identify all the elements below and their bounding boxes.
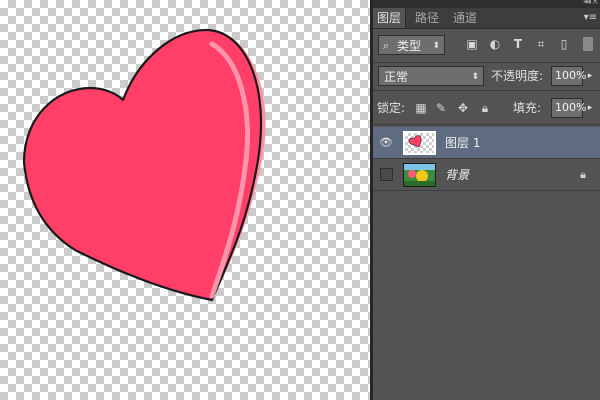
dropdown-arrows-icon: ⬍ [471, 72, 479, 82]
panel-menu-icon[interactable]: ▾≡ [584, 12, 597, 23]
filter-kind-dropdown[interactable]: ⌕ 类型 ⬍ [378, 35, 445, 55]
collapse-panel-icon[interactable]: ◂◂ [583, 0, 591, 7]
lock-icon: 🔒︎ [580, 168, 586, 181]
opacity-slider-icon[interactable]: ▸ [585, 66, 595, 86]
background-thumbnail [403, 163, 436, 187]
fill-slider-icon[interactable]: ▸ [585, 98, 595, 118]
eye-icon[interactable]: 👁︎ [379, 136, 393, 150]
image-filter-icon[interactable]: ▣ [465, 37, 479, 51]
document-canvas[interactable] [0, 0, 370, 400]
panel-header-strip: ◂◂ × [373, 0, 600, 8]
panel-tab-bar: 图层 路径 通道 ▾≡ [373, 8, 600, 29]
blend-mode-dropdown[interactable]: 正常 ⬍ [378, 66, 484, 86]
divider [373, 90, 600, 91]
filter-kind-value: 类型 [397, 39, 422, 53]
background-thumbnail-image [404, 164, 435, 186]
fill-label: 填充: [513, 101, 542, 115]
opacity-field[interactable]: 100% [551, 66, 586, 86]
lock-fill-row: 锁定: ▦ ✎ ✥ 🔒︎ 填充: 100% ▸ [373, 94, 600, 122]
type-filter-icon[interactable]: T [511, 37, 525, 51]
lock-all-icon[interactable]: 🔒︎ [478, 101, 492, 115]
heart-shape [22, 28, 266, 302]
filter-toggle-icon[interactable] [583, 37, 593, 51]
layer-name[interactable]: 图层 1 [445, 127, 480, 159]
shape-filter-icon[interactable]: ⌗ [534, 37, 548, 51]
visibility-toggle-empty[interactable] [380, 168, 393, 181]
heart-thumbnail [403, 131, 436, 155]
layer-row[interactable]: 背景 🔒︎ [373, 159, 600, 191]
layer-name[interactable]: 背景 [445, 159, 469, 191]
fill-field[interactable]: 100% [551, 98, 586, 118]
lock-image-pixels-icon[interactable]: ✎ [434, 101, 448, 115]
adjustment-filter-icon[interactable]: ◐ [488, 37, 502, 51]
lock-transparent-pixels-icon[interactable]: ▦ [414, 101, 428, 115]
tab-layers[interactable]: 图层 [373, 8, 407, 28]
lock-position-icon[interactable]: ✥ [456, 101, 470, 115]
close-panel-icon[interactable]: × [591, 0, 599, 7]
layer-row[interactable]: 👁︎ 图层 1 [373, 127, 600, 159]
heart-thumbnail-icon [408, 135, 422, 148]
smart-object-filter-icon[interactable]: ▯ [557, 37, 571, 51]
opacity-label: 不透明度: [491, 69, 544, 83]
divider [373, 124, 600, 125]
blend-opacity-row: 正常 ⬍ 不透明度: 100% ▸ [373, 62, 600, 89]
layers-panel: ◂◂ × 图层 路径 通道 ▾≡ ⌕ 类型 ⬍ ▣ ◐ T ⌗ ▯ 正常 ⬍ 不… [373, 0, 600, 400]
search-icon: ⌕ [383, 39, 390, 52]
tab-paths[interactable]: 路径 [411, 8, 443, 28]
tab-channels[interactable]: 通道 [449, 8, 481, 28]
blend-mode-value: 正常 [384, 70, 409, 84]
layer-filter-row: ⌕ 类型 ⬍ ▣ ◐ T ⌗ ▯ [373, 29, 600, 62]
lock-label: 锁定: [377, 101, 406, 115]
dropdown-arrows-icon: ⬍ [432, 41, 440, 51]
